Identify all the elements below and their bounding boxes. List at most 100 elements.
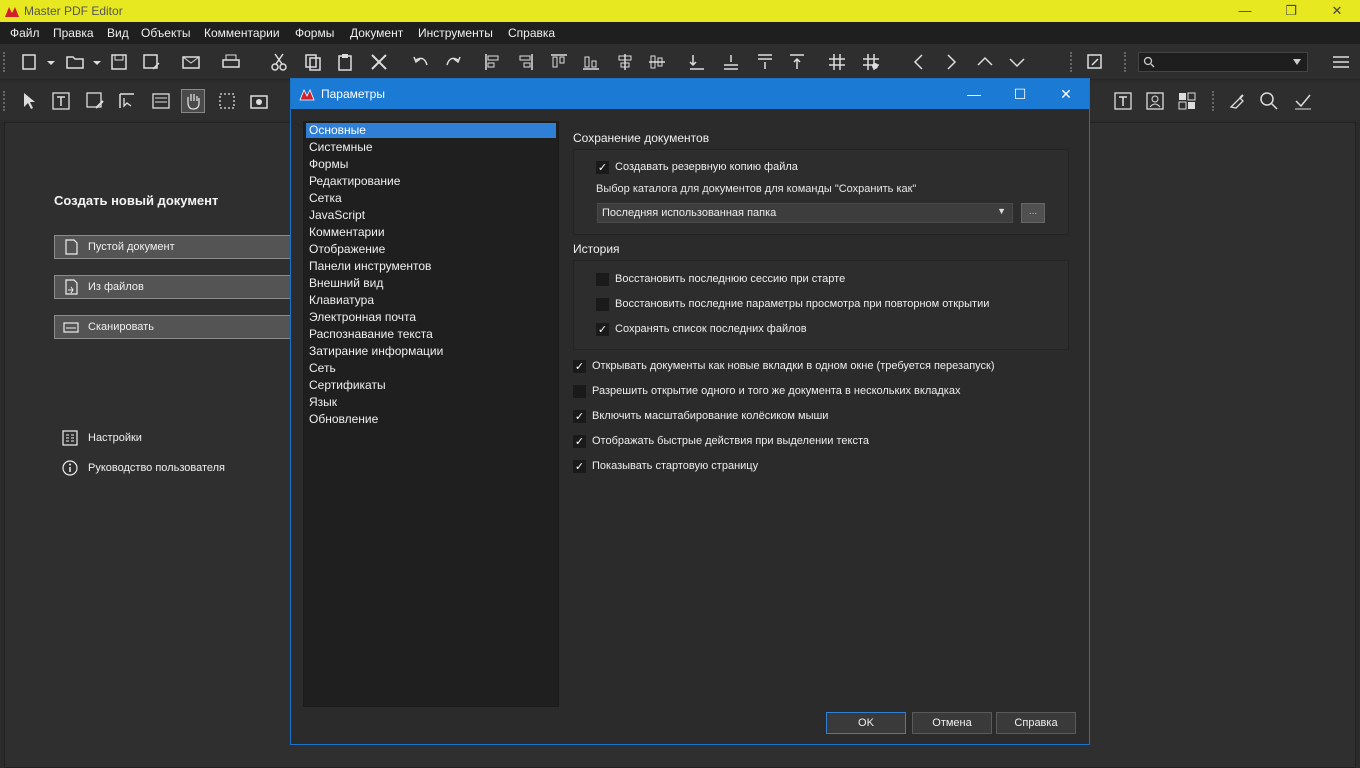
search-input[interactable]: [1138, 52, 1308, 72]
search-dropdown-icon[interactable]: [1293, 59, 1301, 65]
print-icon[interactable]: [220, 51, 242, 73]
edit-forms-icon[interactable]: [116, 90, 138, 112]
scan-button[interactable]: Сканировать: [54, 315, 294, 339]
prev-page-icon[interactable]: [908, 51, 930, 73]
first-page-icon[interactable]: [974, 51, 996, 73]
zoom-icon[interactable]: [1258, 90, 1280, 112]
grid-icon[interactable]: [826, 51, 848, 73]
bring-to-front-icon[interactable]: [786, 51, 808, 73]
nav-item-javascript[interactable]: JavaScript: [306, 208, 556, 223]
dialog-maximize-button[interactable]: ☐: [997, 79, 1043, 109]
quick-actions-checkbox[interactable]: ✓: [573, 435, 586, 448]
nav-item-email[interactable]: Электронная почта: [306, 310, 556, 325]
edit-text-icon[interactable]: [50, 90, 72, 112]
new-document-icon[interactable]: [18, 51, 40, 73]
dialog-minimize-button[interactable]: —: [951, 79, 997, 109]
nav-item-grid[interactable]: Сетка: [306, 191, 556, 206]
menu-objects[interactable]: Объекты: [141, 26, 191, 40]
nav-item-forms[interactable]: Формы: [306, 157, 556, 172]
browse-folder-button[interactable]: ...: [1021, 203, 1045, 223]
toolbar-grip-5[interactable]: [1212, 91, 1216, 111]
send-backward-icon[interactable]: [720, 51, 742, 73]
snap-grid-icon[interactable]: [860, 51, 882, 73]
send-to-back-icon[interactable]: [686, 51, 708, 73]
restore-view-checkbox[interactable]: [596, 298, 609, 311]
nav-item-ocr[interactable]: Распознавание текста: [306, 327, 556, 342]
menu-comments[interactable]: Комментарии: [204, 26, 280, 40]
start-page-checkbox[interactable]: ✓: [573, 460, 586, 473]
align-right-icon[interactable]: [514, 51, 536, 73]
hand-tool-icon[interactable]: [181, 89, 205, 113]
select-pointer-icon[interactable]: [18, 90, 40, 112]
menu-tools[interactable]: Инструменты: [418, 26, 493, 40]
menu-view[interactable]: Вид: [107, 26, 129, 40]
restore-button[interactable]: ❐: [1268, 0, 1314, 22]
eraser-icon[interactable]: [1226, 90, 1248, 112]
edit-image-icon[interactable]: [84, 90, 106, 112]
allow-duplicate-checkbox[interactable]: [573, 385, 586, 398]
save-folder-select[interactable]: Последняя использованная папка ▼: [597, 203, 1013, 223]
nav-item-system[interactable]: Системные: [306, 140, 556, 155]
align-left-icon[interactable]: [482, 51, 504, 73]
sign-check-icon[interactable]: [1292, 90, 1314, 112]
backup-checkbox[interactable]: ✓: [596, 161, 609, 174]
nav-item-comments[interactable]: Комментарии: [306, 225, 556, 240]
align-bottom-icon[interactable]: [580, 51, 602, 73]
nav-item-network[interactable]: Сеть: [306, 361, 556, 376]
ok-button[interactable]: OK: [826, 712, 906, 734]
toolbar-grip[interactable]: [3, 52, 7, 72]
paste-icon[interactable]: [334, 51, 356, 73]
wheel-zoom-checkbox[interactable]: ✓: [573, 410, 586, 423]
help-button[interactable]: Справка: [996, 712, 1076, 734]
menu-file[interactable]: Файл: [10, 26, 40, 40]
page-layout-icon[interactable]: [150, 90, 172, 112]
align-center-h-icon[interactable]: [614, 51, 636, 73]
hamburger-menu-icon[interactable]: [1330, 51, 1352, 73]
copy-icon[interactable]: [302, 51, 324, 73]
close-window-button[interactable]: ✕: [1314, 0, 1360, 22]
align-top-icon[interactable]: [548, 51, 570, 73]
find-icon[interactable]: [1084, 51, 1106, 73]
restore-session-checkbox[interactable]: [596, 273, 609, 286]
recent-files-checkbox[interactable]: ✓: [596, 323, 609, 336]
open-folder-icon[interactable]: [64, 51, 86, 73]
nav-item-appearance[interactable]: Внешний вид: [306, 276, 556, 291]
save-as-icon[interactable]: [140, 51, 162, 73]
next-page-icon[interactable]: [940, 51, 962, 73]
nav-item-editing[interactable]: Редактирование: [306, 174, 556, 189]
nav-item-language[interactable]: Язык: [306, 395, 556, 410]
save-icon[interactable]: [108, 51, 130, 73]
nav-item-general[interactable]: Основные: [306, 123, 556, 138]
undo-icon[interactable]: [410, 51, 432, 73]
snapshot-camera-icon[interactable]: [248, 90, 270, 112]
last-page-icon[interactable]: [1006, 51, 1028, 73]
email-icon[interactable]: [180, 51, 202, 73]
nav-item-keyboard[interactable]: Клавиатура: [306, 293, 556, 308]
marquee-select-icon[interactable]: [216, 90, 238, 112]
menu-help[interactable]: Справка: [508, 26, 555, 40]
align-center-v-icon[interactable]: [646, 51, 668, 73]
open-as-tabs-checkbox[interactable]: ✓: [573, 360, 586, 373]
menu-edit[interactable]: Правка: [53, 26, 94, 40]
delete-icon[interactable]: [368, 51, 390, 73]
redo-icon[interactable]: [442, 51, 464, 73]
new-dropdown-icon[interactable]: [40, 51, 62, 73]
menu-forms[interactable]: Формы: [295, 26, 334, 40]
open-dropdown-icon[interactable]: [86, 51, 108, 73]
menu-document[interactable]: Документ: [350, 26, 403, 40]
nav-item-display[interactable]: Отображение: [306, 242, 556, 257]
nav-item-certificates[interactable]: Сертификаты: [306, 378, 556, 393]
cancel-button[interactable]: Отмена: [912, 712, 992, 734]
blank-document-button[interactable]: Пустой документ: [54, 235, 294, 259]
nav-item-update[interactable]: Обновление: [306, 412, 556, 427]
toolbar-grip-3[interactable]: [1124, 52, 1128, 72]
from-files-button[interactable]: Из файлов: [54, 275, 294, 299]
minimize-button[interactable]: —: [1222, 0, 1268, 22]
toolbar-grip-4[interactable]: [3, 91, 7, 111]
toolbar-grip-2[interactable]: [1070, 52, 1074, 72]
add-image-icon[interactable]: [1144, 90, 1166, 112]
nav-item-redaction[interactable]: Затирание информации: [306, 344, 556, 359]
nav-item-toolbars[interactable]: Панели инструментов: [306, 259, 556, 274]
add-text-icon[interactable]: [1112, 90, 1134, 112]
tiles-icon[interactable]: [1176, 90, 1198, 112]
